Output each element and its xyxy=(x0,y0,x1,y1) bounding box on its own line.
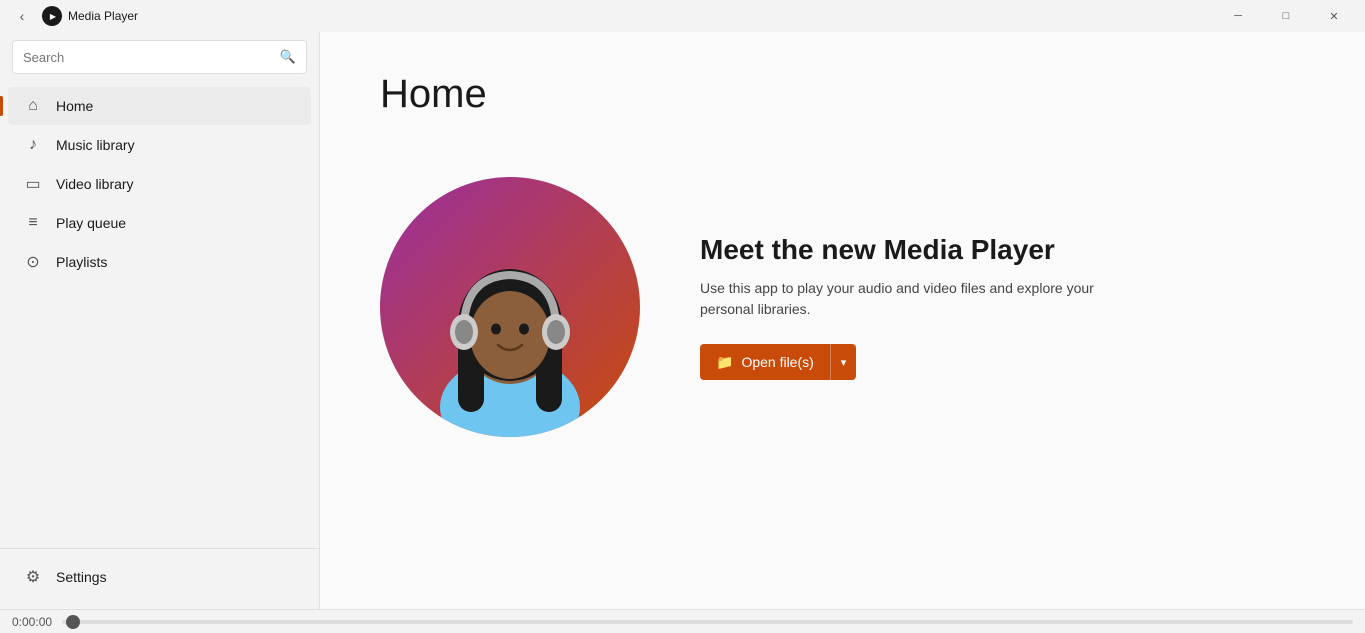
progress-thumb[interactable] xyxy=(66,615,80,629)
video-icon: ▭ xyxy=(24,175,42,193)
chevron-down-icon: ▾ xyxy=(841,356,847,369)
sidebar-item-home-label: Home xyxy=(56,98,93,114)
app-body: 🔍 ⌂ Home ♪ Music library ▭ Video library… xyxy=(0,32,1365,609)
sidebar-item-video-library[interactable]: ▭ Video library xyxy=(8,165,311,203)
sidebar-item-play-queue[interactable]: ≡ Play queue xyxy=(8,204,311,242)
hero-text: Meet the new Media Player Use this app t… xyxy=(700,234,1120,380)
home-icon: ⌂ xyxy=(24,97,42,115)
close-button[interactable]: ✕ xyxy=(1311,0,1357,32)
sidebar-bottom: ⚙ Settings xyxy=(0,548,319,609)
queue-icon: ≡ xyxy=(24,214,42,232)
search-icon: 🔍 xyxy=(280,49,296,65)
playlist-icon: ⊙ xyxy=(24,253,42,271)
search-box[interactable]: 🔍 xyxy=(12,40,307,74)
sidebar-item-play-queue-label: Play queue xyxy=(56,215,126,231)
music-icon: ♪ xyxy=(24,136,42,154)
sidebar-item-playlists[interactable]: ⊙ Playlists xyxy=(8,243,311,281)
sidebar-item-playlists-label: Playlists xyxy=(56,254,107,270)
sidebar-item-video-library-label: Video library xyxy=(56,176,134,192)
search-input[interactable] xyxy=(23,50,272,65)
sidebar-item-music-library[interactable]: ♪ Music library xyxy=(8,126,311,164)
app-title: Media Player xyxy=(68,9,1215,23)
current-time: 0:00:00 xyxy=(12,615,52,629)
hero-heading: Meet the new Media Player xyxy=(700,234,1120,266)
open-files-label: Open file(s) xyxy=(741,354,813,370)
hero-avatar xyxy=(380,177,640,437)
maximize-button[interactable]: □ xyxy=(1263,0,1309,32)
sidebar-nav: ⌂ Home ♪ Music library ▭ Video library ≡… xyxy=(0,82,319,548)
hero-subtext: Use this app to play your audio and vide… xyxy=(700,278,1120,320)
open-files-button[interactable]: 📁 Open file(s) xyxy=(700,344,830,380)
sidebar-item-settings[interactable]: ⚙ Settings xyxy=(8,558,311,596)
window-controls: ─ □ ✕ xyxy=(1215,0,1357,32)
progress-bar-container: 0:00:00 xyxy=(0,609,1365,633)
titlebar: ‹ Media Player ─ □ ✕ xyxy=(0,0,1365,32)
progress-track[interactable] xyxy=(62,620,1353,624)
minimize-button[interactable]: ─ xyxy=(1215,0,1261,32)
open-files-button-group: 📁 Open file(s) ▾ xyxy=(700,344,856,380)
back-button[interactable]: ‹ xyxy=(8,2,36,30)
settings-icon: ⚙ xyxy=(24,568,42,586)
main-content: Home xyxy=(320,32,1365,609)
sidebar-item-settings-label: Settings xyxy=(56,569,107,585)
sidebar-item-music-library-label: Music library xyxy=(56,137,135,153)
sidebar: 🔍 ⌂ Home ♪ Music library ▭ Video library… xyxy=(0,32,320,609)
folder-icon: 📁 xyxy=(716,354,733,371)
app-logo-icon xyxy=(42,6,62,26)
hero-section: Meet the new Media Player Use this app t… xyxy=(380,177,1305,437)
open-files-dropdown-button[interactable]: ▾ xyxy=(830,344,857,380)
sidebar-item-home[interactable]: ⌂ Home xyxy=(8,87,311,125)
page-title: Home xyxy=(380,72,1305,117)
